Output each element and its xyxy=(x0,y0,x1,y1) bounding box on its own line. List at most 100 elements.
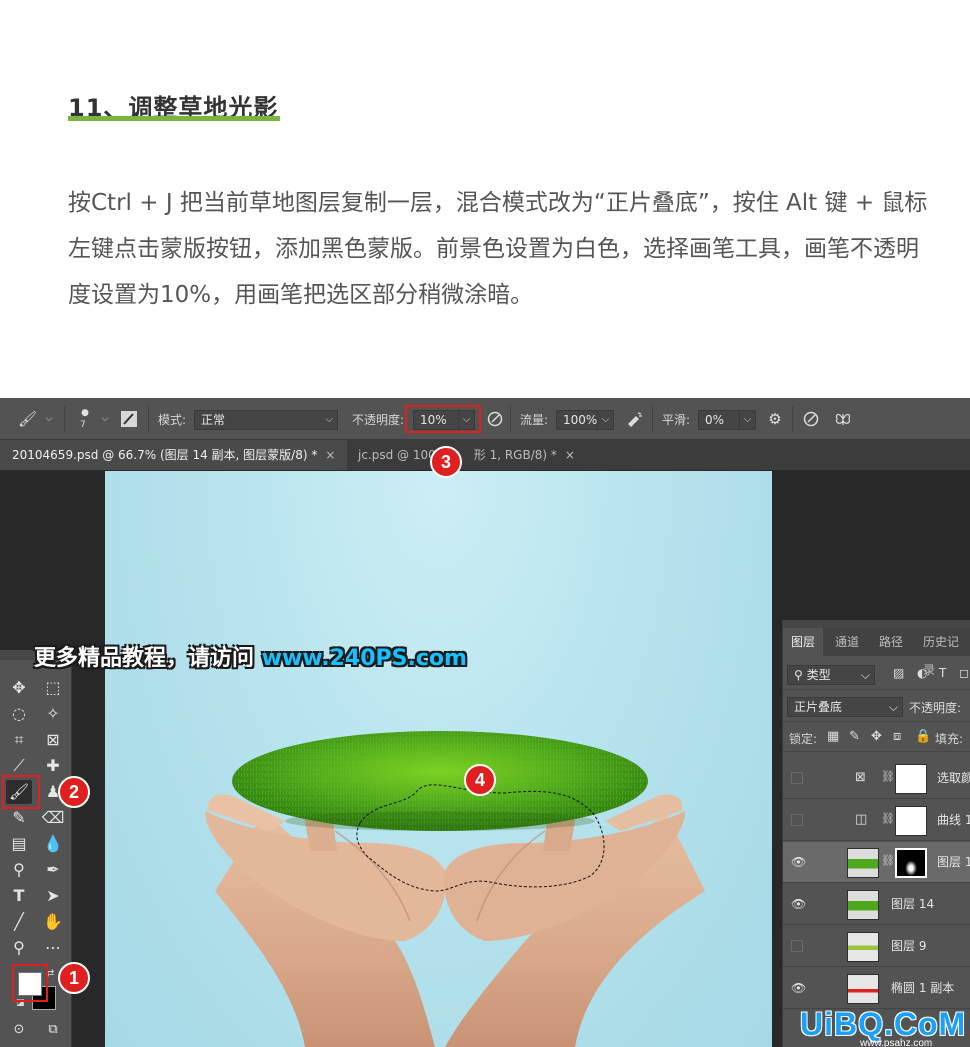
tab-active-document[interactable]: 20104659.psd @ 66.7% (图层 14 副本, 图层蒙版/8) … xyxy=(0,440,348,470)
layer-name: 椭圆 1 副本 xyxy=(891,981,955,995)
callout-1: 1 xyxy=(58,962,90,994)
layer-row[interactable]: ⊠ ⛓ 选取颜 xyxy=(783,758,970,799)
airbrush-icon[interactable] xyxy=(626,410,644,428)
chevron-down-icon[interactable]: ⌵ xyxy=(40,410,58,428)
tab-channels[interactable]: 通道 xyxy=(827,628,867,656)
heading-underline xyxy=(68,116,280,121)
gear-icon[interactable]: ⚙ xyxy=(766,410,784,428)
layer-row[interactable]: 👁 椭圆 1 副本 xyxy=(783,968,970,1009)
mode-select[interactable]: 正常 ⌵ xyxy=(194,410,338,430)
eye-icon[interactable]: 👁 xyxy=(791,897,806,911)
hand-tool-icon[interactable]: ✋ xyxy=(40,910,66,934)
blur-tool-icon[interactable]: 💧 xyxy=(40,832,66,856)
opacity-highlight-box xyxy=(405,405,481,433)
layer-name: 选取颜 xyxy=(937,771,970,785)
document-canvas[interactable] xyxy=(105,471,772,1047)
layer-thumbnail[interactable] xyxy=(847,890,879,920)
brush-preset-icon[interactable]: 🖌 xyxy=(18,410,37,428)
brush-size-value: 7 xyxy=(80,420,86,430)
layer-row-selected[interactable]: 👁 ⛓ 图层 1 xyxy=(783,842,970,883)
layer-mask-thumbnail[interactable] xyxy=(895,764,927,794)
close-icon[interactable]: × xyxy=(325,448,335,462)
adjustment-layer-icon: ⊠ xyxy=(855,770,866,785)
layer-row[interactable]: 图层 9 xyxy=(783,926,970,967)
layer-name: 图层 14 xyxy=(891,897,935,911)
gradient-tool-icon[interactable]: ▤ xyxy=(6,832,32,856)
layer-name: 图层 9 xyxy=(891,939,927,953)
mode-label: 模式: xyxy=(158,412,187,427)
symmetry-butterfly-icon[interactable] xyxy=(834,410,852,428)
crop-tool-icon[interactable]: ⌗ xyxy=(6,728,32,752)
lock-pixels-icon[interactable]: ✎ xyxy=(849,729,860,744)
visibility-toggle[interactable] xyxy=(791,814,803,826)
promo-banner: 更多精品教程，请访问 www.240PS.com xyxy=(34,646,467,671)
zoom-tool-icon[interactable]: ⚲ xyxy=(6,936,32,960)
dodge-tool-icon[interactable]: ⚲ xyxy=(6,858,32,882)
promo-url[interactable]: www.240PS.com xyxy=(262,646,467,671)
marquee-tool-icon[interactable]: ⬚ xyxy=(40,676,66,700)
path-selection-tool-icon[interactable]: ➤ xyxy=(40,884,66,908)
quick-mask-icon[interactable]: ⊙ xyxy=(6,1018,32,1042)
shape-filter-icon[interactable]: ◻ xyxy=(959,666,969,680)
eye-icon[interactable]: 👁 xyxy=(791,855,806,869)
lock-transparent-icon[interactable]: ▦ xyxy=(827,729,839,744)
lasso-tool-icon[interactable]: ◌ xyxy=(6,702,32,726)
pressure-size-icon[interactable] xyxy=(802,410,820,428)
link-chain-icon[interactable]: ⛓ xyxy=(881,770,895,783)
layer-name: 图层 1 xyxy=(937,855,970,869)
flow-input[interactable]: 100% ⌵ xyxy=(556,410,614,430)
type-filter-icon[interactable]: T xyxy=(939,666,946,680)
brush-settings-panel-icon[interactable] xyxy=(120,410,138,428)
more-tools-icon[interactable]: ⋯ xyxy=(40,936,66,960)
layer-thumbnail[interactable] xyxy=(847,848,879,878)
link-chain-icon[interactable]: ⛓ xyxy=(881,812,895,825)
adjustment-filter-icon[interactable]: ◐ xyxy=(917,666,927,680)
image-filter-icon[interactable]: ▨ xyxy=(893,666,904,680)
layer-mask-thumbnail[interactable] xyxy=(895,848,927,878)
move-tool-icon[interactable]: ✥ xyxy=(6,676,32,700)
healing-brush-tool-icon[interactable]: ✚ xyxy=(40,754,66,778)
layer-row[interactable]: ◫ ⛓ 曲线 1 xyxy=(783,800,970,841)
visibility-toggle[interactable] xyxy=(791,940,803,952)
pen-tool-icon[interactable]: ✒ xyxy=(40,858,66,882)
type-tool-icon[interactable]: T xyxy=(6,884,32,908)
layers-panel: 图层 通道 路径 历史记录 ⚲ 类型 ⌵ ▨ ◐ T ◻ 正片叠底 ⌵ 不透明度: … xyxy=(782,620,970,1047)
lock-position-icon[interactable]: ✥ xyxy=(871,729,882,744)
lock-all-icon[interactable]: 🔒 xyxy=(915,729,931,744)
layer-mask-thumbnail[interactable] xyxy=(895,806,927,836)
layer-kind-filter[interactable]: ⚲ 类型 ⌵ xyxy=(787,665,875,685)
layer-row[interactable]: 👁 图层 14 xyxy=(783,884,970,925)
smoothing-input[interactable]: 0% ⌵ xyxy=(698,410,756,430)
line-tool-icon[interactable]: ╱ xyxy=(6,910,32,934)
link-chain-icon[interactable]: ⛓ xyxy=(881,854,895,867)
frame-tool-icon[interactable]: ⊠ xyxy=(40,728,66,752)
tab-paths[interactable]: 路径 xyxy=(871,628,911,656)
callout-3: 3 xyxy=(430,446,462,478)
layer-thumbnail[interactable] xyxy=(847,932,879,962)
smoothing-label: 平滑: xyxy=(662,412,691,427)
history-brush-tool-icon[interactable]: ✎ xyxy=(6,806,32,830)
foreground-color-highlight-box xyxy=(12,964,48,1002)
search-icon: ⚲ xyxy=(794,668,803,682)
lock-artboard-icon[interactable]: ⧈ xyxy=(893,729,901,744)
layers-panel-tabs: 图层 通道 路径 历史记录 xyxy=(783,628,970,677)
blend-mode-select[interactable]: 正片叠底 ⌵ xyxy=(787,697,903,717)
layer-thumbnail[interactable] xyxy=(847,974,879,1004)
lock-row: 锁定: ▦ ✎ ✥ ⧈ 🔒 填充: xyxy=(783,724,970,752)
layer-name: 曲线 1 xyxy=(937,813,970,827)
tab-history[interactable]: 历史记录 xyxy=(915,628,970,677)
blend-mode-row: 正片叠底 ⌵ 不透明度: xyxy=(783,692,970,722)
brush-tool-highlight-box xyxy=(2,775,40,809)
visibility-toggle[interactable] xyxy=(791,772,803,784)
pressure-opacity-icon[interactable] xyxy=(486,410,504,428)
eraser-tool-icon[interactable]: ⌫ xyxy=(40,806,66,830)
chevron-down-icon[interactable]: ⌵ xyxy=(96,410,114,428)
tab-jc-document[interactable]: jc.psd @ 100 形 1, RGB/8) * × xyxy=(346,440,587,470)
close-icon[interactable]: × xyxy=(565,448,575,462)
opacity-label: 不透明度: xyxy=(352,412,405,427)
magic-wand-tool-icon[interactable]: ✧ xyxy=(40,702,66,726)
screen-mode-icon[interactable]: ⧉ xyxy=(40,1018,66,1042)
tab-layers[interactable]: 图层 xyxy=(783,628,824,656)
document-tabs: 20104659.psd @ 66.7% (图层 14 副本, 图层蒙版/8) … xyxy=(0,440,970,470)
eye-icon[interactable]: 👁 xyxy=(791,981,806,995)
